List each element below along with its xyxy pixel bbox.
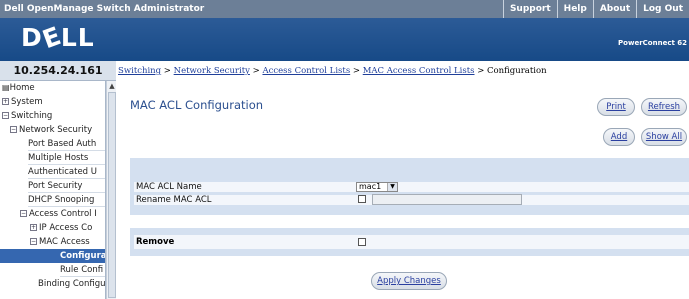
logout-link[interactable]: Log Out	[636, 0, 689, 18]
tree-item-rule-configuration[interactable]: Rule Confi	[60, 263, 105, 277]
tree-item-multiple-hosts[interactable]: Multiple Hosts	[28, 151, 105, 165]
tree-item-dhcp-snooping[interactable]: DHCP Snooping	[28, 193, 105, 207]
chevron-down-icon[interactable]: ▼	[387, 183, 397, 191]
breadcrumb-current: Configuration	[487, 66, 547, 76]
breadcrumb-separator: >	[350, 66, 363, 76]
nav-scrollbar[interactable]: ▲	[106, 81, 116, 299]
tree-item-network-security[interactable]: − Network Security	[10, 123, 92, 137]
tree-item-port-based-auth[interactable]: Port Based Auth	[28, 137, 105, 151]
ip-address: 10.254.24.161	[0, 61, 116, 81]
dell-logo: DELL	[21, 20, 95, 55]
rename-checkbox[interactable]	[358, 195, 366, 203]
scroll-up-icon[interactable]: ▲	[107, 81, 117, 91]
tree-item-port-security[interactable]: Port Security	[28, 179, 105, 193]
collapse-icon[interactable]: −	[30, 238, 37, 245]
collapse-icon[interactable]: −	[20, 210, 27, 217]
tree-label: Network Security	[19, 125, 93, 135]
add-button[interactable]: Add	[603, 128, 635, 146]
top-links: Support Help About Log Out	[502, 0, 689, 18]
rename-label: Rename MAC ACL	[136, 195, 212, 205]
tree-label: Switching	[11, 111, 53, 121]
breadcrumb-network-security[interactable]: Network Security	[174, 66, 250, 76]
collapse-icon[interactable]: −	[10, 126, 17, 133]
tree-item-authenticated-users[interactable]: Authenticated U	[28, 165, 105, 179]
expand-icon[interactable]: +	[30, 224, 37, 231]
tree-label: System	[11, 97, 43, 107]
help-link[interactable]: Help	[556, 0, 593, 18]
show-all-button[interactable]: Show All	[641, 128, 687, 146]
remove-checkbox[interactable]	[358, 238, 366, 246]
apply-changes-button[interactable]: Apply Changes	[371, 272, 447, 290]
breadcrumb: Switching > Network Security > Access Co…	[116, 61, 689, 81]
scroll-thumb[interactable]	[108, 92, 116, 298]
support-link[interactable]: Support	[502, 0, 557, 18]
nav-tree: ▤Home + System − Switching − Network Securi…	[0, 81, 106, 299]
acl-name-row: MAC ACL Name	[134, 182, 689, 192]
tree-item-access-control[interactable]: − Access Control I	[20, 207, 97, 221]
collapse-icon[interactable]: −	[2, 112, 9, 119]
rename-input[interactable]	[372, 194, 522, 205]
tree-label: IP Access Co	[39, 223, 93, 233]
tree-item-switching[interactable]: − Switching	[2, 109, 52, 123]
page-title: MAC ACL Configuration	[130, 98, 264, 112]
about-link[interactable]: About	[592, 0, 636, 18]
remove-label: Remove	[136, 237, 175, 247]
breadcrumb-separator: >	[474, 66, 488, 76]
breadcrumb-separator: >	[161, 66, 174, 76]
tree-item-home[interactable]: ▤Home	[2, 81, 35, 95]
tree-label: MAC Access	[39, 237, 90, 247]
tree-label: Access Control I	[29, 209, 97, 219]
acl-name-label: MAC ACL Name	[136, 182, 202, 192]
remove-row: Remove	[134, 235, 689, 249]
app-title: Dell OpenManage Switch Administrator	[4, 4, 205, 14]
home-icon: ▤	[2, 83, 10, 92]
breadcrumb-switching[interactable]: Switching	[118, 66, 161, 76]
acl-name-select[interactable]: mac1 ▼	[356, 182, 398, 192]
banner: DELL PowerConnect 62	[0, 18, 689, 61]
print-button[interactable]: Print	[597, 98, 635, 116]
tree-item-mac-access[interactable]: − MAC Access	[30, 235, 90, 249]
tree-item-binding-configuration[interactable]: Binding Configur	[38, 277, 105, 291]
title-bar: Dell OpenManage Switch Administrator Sup…	[0, 0, 689, 18]
tree-item-ip-access[interactable]: + IP Access Co	[30, 221, 92, 235]
refresh-button[interactable]: Refresh	[641, 98, 687, 116]
product-name: PowerConnect 62	[618, 39, 687, 47]
breadcrumb-mac-access-control-lists[interactable]: MAC Access Control Lists	[363, 66, 475, 76]
tree-item-configuration[interactable]: Configura	[0, 249, 105, 263]
breadcrumb-separator: >	[249, 66, 263, 76]
tree-item-system[interactable]: + System	[2, 95, 43, 109]
expand-icon[interactable]: +	[2, 98, 9, 105]
tree-label: Home	[9, 83, 35, 93]
acl-name-value: mac1	[359, 182, 382, 191]
breadcrumb-access-control-lists[interactable]: Access Control Lists	[262, 66, 350, 76]
